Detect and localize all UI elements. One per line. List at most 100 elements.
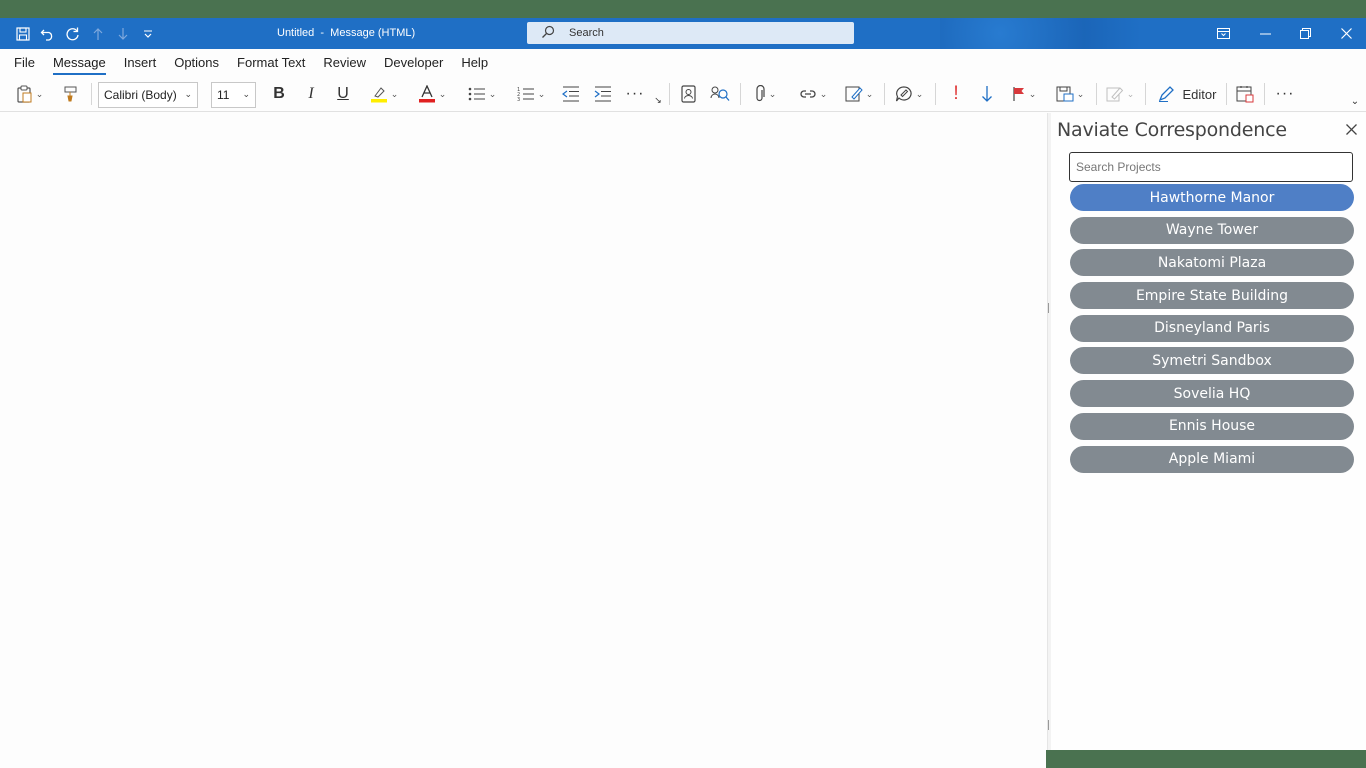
tab-insert[interactable]: Insert <box>115 49 166 76</box>
chevron-down-icon: ⌄ <box>488 88 497 99</box>
desktop-background-bottom <box>1046 750 1366 768</box>
project-button[interactable]: Symetri Sandbox <box>1070 347 1354 375</box>
underline-button[interactable]: U <box>332 76 354 112</box>
project-button[interactable]: Wayne Tower <box>1070 216 1354 244</box>
project-search-input[interactable] <box>1069 152 1353 182</box>
ribbon-separator <box>1226 83 1227 105</box>
chevron-down-icon: ⌄ <box>865 88 874 99</box>
project-list: Hawthorne Manor Wayne Tower Nakatomi Pla… <box>1070 184 1354 478</box>
bold-button[interactable]: B <box>268 76 290 112</box>
signature-icon <box>845 86 863 102</box>
ribbon-toolbar: ⌄ Calibri (Body) ⌄ 11 ⌄ B I U ⌄ ⌄ ⌄ 1 2 … <box>0 76 1366 112</box>
dialog-launcher-icon: ↘ <box>654 94 662 105</box>
paperclip-icon <box>756 85 765 102</box>
desktop-background-top <box>0 0 1366 18</box>
calendar-icon <box>1236 86 1254 103</box>
tab-review[interactable]: Review <box>314 49 375 76</box>
ribbon-separator <box>935 83 936 105</box>
quick-access-toolbar <box>10 18 160 49</box>
more-text-options-button[interactable]: ··· <box>624 76 646 112</box>
scheduling-button[interactable] <box>1234 76 1256 112</box>
link-button[interactable]: ⌄ <box>793 76 833 112</box>
project-button[interactable]: Nakatomi Plaza <box>1070 249 1354 277</box>
ellipsis-icon: ··· <box>1275 85 1295 102</box>
apps-button-disabled[interactable]: ⌄ <box>1104 76 1136 112</box>
tab-options[interactable]: Options <box>165 49 228 76</box>
chevron-down-icon: ⌄ <box>390 88 399 99</box>
tab-file[interactable]: File <box>5 49 44 76</box>
address-book-button[interactable] <box>677 76 699 112</box>
close-window-icon[interactable] <box>1326 18 1366 49</box>
project-button[interactable]: Disneyland Paris <box>1070 314 1354 342</box>
window-title: Untitled - Message (HTML) <box>277 27 416 39</box>
chevron-down-icon: ⌄ <box>184 89 192 99</box>
ribbon-separator <box>669 83 670 105</box>
high-importance-button[interactable]: ! <box>945 76 967 112</box>
ribbon-display-options-icon[interactable] <box>1203 18 1243 49</box>
project-button[interactable]: Sovelia HQ <box>1070 380 1354 408</box>
project-button[interactable]: Apple Miami <box>1070 445 1354 473</box>
title-bar-decoration <box>940 18 1140 49</box>
exclamation-icon: ! <box>953 83 959 104</box>
arrow-up-icon[interactable] <box>85 18 110 49</box>
follow-up-button[interactable]: ⌄ <box>1008 76 1040 112</box>
font-name-combo[interactable]: Calibri (Body) ⌄ <box>98 82 198 108</box>
tab-format-text[interactable]: Format Text <box>228 49 314 76</box>
bullets-button[interactable]: ⌄ <box>462 76 502 112</box>
ribbon-separator <box>1096 83 1097 105</box>
numbering-button[interactable]: 123 ⌄ <box>511 76 551 112</box>
chevron-down-icon: ⌄ <box>1028 88 1037 99</box>
decrease-indent-button[interactable] <box>560 76 582 112</box>
restore-icon[interactable] <box>1285 18 1325 49</box>
font-size-combo[interactable]: 11 ⌄ <box>211 82 256 108</box>
bullet-list-icon <box>468 87 485 101</box>
chevron-down-icon: ⌄ <box>819 88 828 99</box>
underline-icon: U <box>337 85 349 102</box>
tab-message[interactable]: Message <box>44 49 115 76</box>
message-body[interactable] <box>0 113 1047 768</box>
project-button[interactable]: Hawthorne Manor <box>1070 184 1354 211</box>
editor-button[interactable]: Editor <box>1154 76 1220 112</box>
splitter-handle-bottom <box>1045 720 1049 730</box>
low-importance-button[interactable] <box>976 76 998 112</box>
check-names-button[interactable] <box>709 76 731 112</box>
chevron-down-icon: ⌄ <box>915 88 924 99</box>
signature-button[interactable]: ⌄ <box>843 76 875 112</box>
title-bar: Untitled - Message (HTML) Search <box>0 18 1366 49</box>
paste-button[interactable]: ⌄ <box>10 76 48 112</box>
minimize-icon[interactable] <box>1245 18 1285 49</box>
more-commands-button[interactable]: ··· <box>1273 76 1297 112</box>
customize-qat-icon[interactable] <box>135 18 160 49</box>
attach-file-button[interactable]: ⌄ <box>749 76 781 112</box>
format-painter-button[interactable] <box>58 76 82 112</box>
save-to-project-icon <box>1056 86 1074 102</box>
comment-button[interactable]: ⌄ <box>893 76 925 112</box>
italic-button[interactable]: I <box>300 76 322 112</box>
link-icon <box>800 90 816 98</box>
close-icon[interactable] <box>1343 119 1359 139</box>
tab-help[interactable]: Help <box>452 49 497 76</box>
chevron-down-icon: ⌄ <box>1350 95 1360 107</box>
search-box[interactable]: Search <box>527 22 854 44</box>
chevron-down-icon: ⌄ <box>537 88 546 99</box>
font-color-button[interactable]: ⌄ <box>412 76 452 112</box>
project-button[interactable]: Ennis House <box>1070 412 1354 440</box>
tab-developer[interactable]: Developer <box>375 49 452 76</box>
ribbon-separator <box>884 83 885 105</box>
arrow-down-icon <box>982 86 992 102</box>
ribbon-separator <box>1264 83 1265 105</box>
arrow-down-icon[interactable] <box>110 18 135 49</box>
ellipsis-icon: ··· <box>625 85 645 102</box>
redo-icon[interactable] <box>60 18 85 49</box>
ribbon-separator <box>740 83 741 105</box>
highlight-button[interactable]: ⌄ <box>364 76 404 112</box>
save-icon[interactable] <box>10 18 35 49</box>
increase-indent-button[interactable] <box>592 76 614 112</box>
numbered-list-icon: 123 <box>517 87 534 102</box>
undo-icon[interactable] <box>35 18 60 49</box>
chevron-down-icon: ⌄ <box>242 89 250 99</box>
project-button[interactable]: Empire State Building <box>1070 282 1354 310</box>
address-book-icon <box>680 85 696 103</box>
ribbon-tabs: File Message Insert Options Format Text … <box>0 49 1366 76</box>
save-to-project-button[interactable]: ⌄ <box>1054 76 1086 112</box>
